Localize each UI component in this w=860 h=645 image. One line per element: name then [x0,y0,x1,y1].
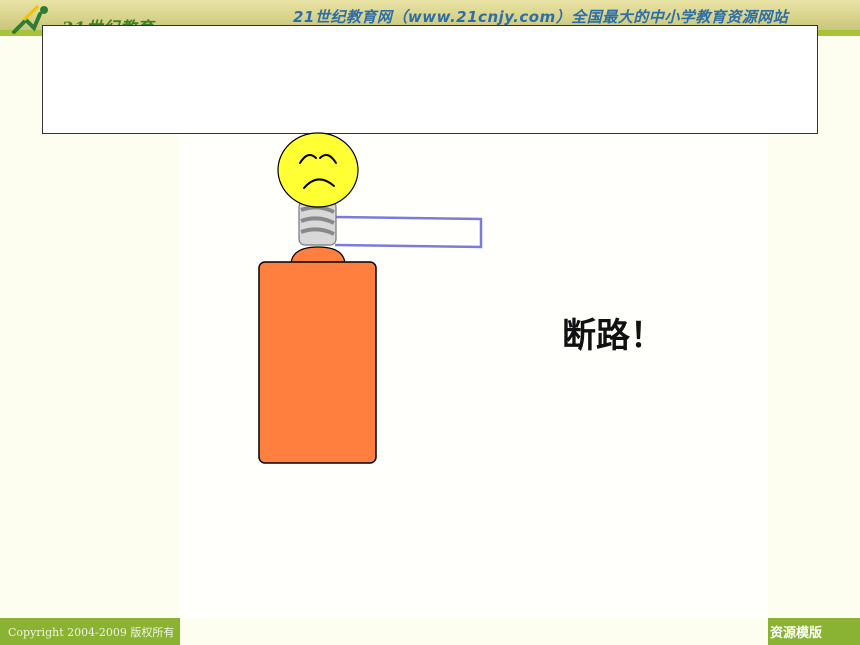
battery-body [258,261,377,464]
footer-right: 资源模版 [768,618,860,645]
caption-open-circuit: 断路！ [562,316,664,356]
bulb-globe [277,132,359,208]
copyright-text: Copyright 2004-2009 版权所有 [8,626,175,639]
circuit-wire [334,215,483,249]
open-circuit-diagram [258,132,483,464]
footer-right-text: 资源模版 [770,626,823,641]
footer-left: Copyright 2004-2009 版权所有 [0,618,180,645]
